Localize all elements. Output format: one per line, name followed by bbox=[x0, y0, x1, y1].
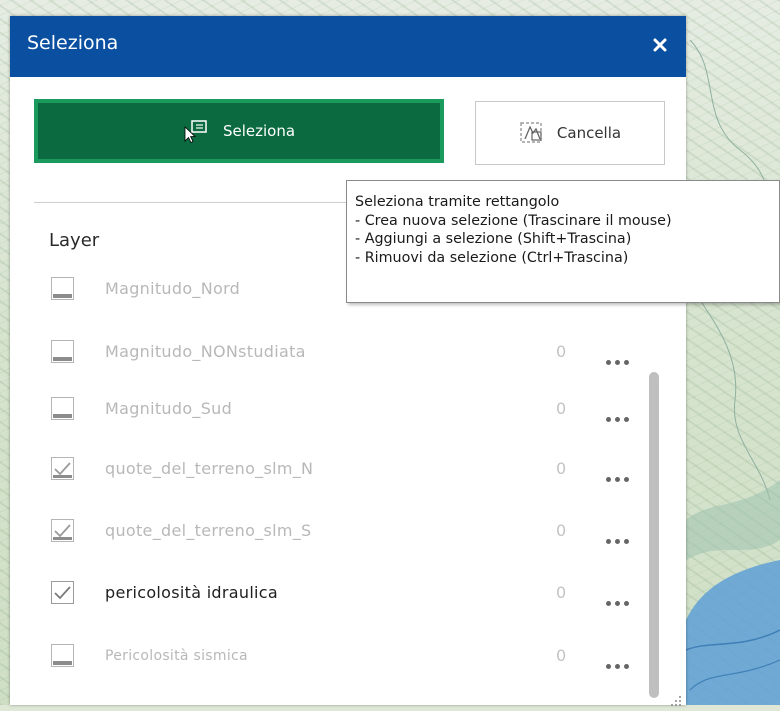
layer-count: 0 bbox=[556, 459, 567, 478]
more-options-icon[interactable] bbox=[606, 407, 636, 422]
more-options-icon[interactable] bbox=[606, 591, 636, 606]
panel-title-bar: Seleziona bbox=[10, 16, 686, 77]
layer-row[interactable]: Magnitudo_Sud 0 bbox=[10, 389, 686, 429]
select-panel: Seleziona Seleziona Cancella Layer Magni… bbox=[10, 16, 686, 705]
checkbox-checked-icon[interactable] bbox=[51, 519, 74, 542]
layer-count: 0 bbox=[556, 399, 567, 418]
checkbox-icon[interactable] bbox=[51, 340, 74, 363]
layer-count: 0 bbox=[556, 583, 567, 602]
select-button-label: Seleziona bbox=[222, 122, 296, 140]
rectangle-select-icon bbox=[183, 119, 209, 143]
checkbox-icon[interactable] bbox=[51, 397, 74, 420]
checkbox-icon[interactable] bbox=[51, 277, 74, 300]
layer-name: Magnitudo_NONstudiata bbox=[105, 342, 306, 361]
more-options-icon[interactable] bbox=[606, 467, 636, 482]
layer-name: Magnitudo_Sud bbox=[105, 399, 233, 418]
layer-name: Pericolosità sismica bbox=[105, 648, 248, 664]
checkbox-checked-icon[interactable] bbox=[51, 581, 74, 604]
layer-count: 0 bbox=[556, 646, 567, 665]
layer-row[interactable]: Magnitudo_NONstudiata 0 bbox=[10, 332, 686, 372]
layer-name: Magnitudo_Nord bbox=[105, 279, 241, 298]
layer-name: quote_del_terreno_slm_N bbox=[105, 459, 314, 478]
checkbox-icon[interactable] bbox=[51, 644, 74, 667]
layer-row[interactable]: quote_del_terreno_slm_N 0 bbox=[10, 449, 686, 489]
layer-count: 0 bbox=[556, 342, 567, 361]
layer-row[interactable]: Pericolosità sismica 0 bbox=[10, 636, 686, 676]
layer-row[interactable]: pericolosità idraulica 0 bbox=[10, 573, 686, 613]
tooltip-line: - Crea nuova selezione (Trascinare il mo… bbox=[355, 212, 672, 229]
select-button[interactable]: Seleziona bbox=[34, 99, 444, 163]
layer-count: 0 bbox=[556, 521, 567, 540]
tooltip-title: Seleziona tramite rettangolo bbox=[355, 194, 560, 210]
clear-button-label: Cancella bbox=[556, 124, 622, 142]
tooltip-line: - Aggiungi a selezione (Shift+Trascina) bbox=[355, 231, 632, 247]
select-tooltip: Seleziona tramite rettangolo - Crea nuov… bbox=[346, 180, 780, 303]
checkbox-checked-icon[interactable] bbox=[51, 457, 74, 480]
panel-title: Seleziona bbox=[27, 32, 119, 54]
clear-button[interactable]: Cancella bbox=[475, 101, 665, 165]
tooltip-line: - Rimuovi da selezione (Ctrl+Trascina) bbox=[355, 249, 629, 266]
scrollbar[interactable] bbox=[649, 372, 659, 698]
more-options-icon[interactable] bbox=[606, 350, 636, 365]
more-options-icon[interactable] bbox=[606, 529, 636, 544]
layer-name: quote_del_terreno_slm_S bbox=[105, 521, 312, 540]
layer-name: pericolosità idraulica bbox=[105, 583, 279, 602]
layer-row[interactable]: quote_del_terreno_slm_S 0 bbox=[10, 511, 686, 551]
more-options-icon[interactable] bbox=[606, 654, 636, 669]
layer-heading: Layer bbox=[49, 230, 100, 251]
close-icon[interactable] bbox=[648, 33, 672, 57]
resize-grip-icon[interactable] bbox=[670, 692, 682, 706]
clear-selection-icon bbox=[519, 121, 545, 145]
